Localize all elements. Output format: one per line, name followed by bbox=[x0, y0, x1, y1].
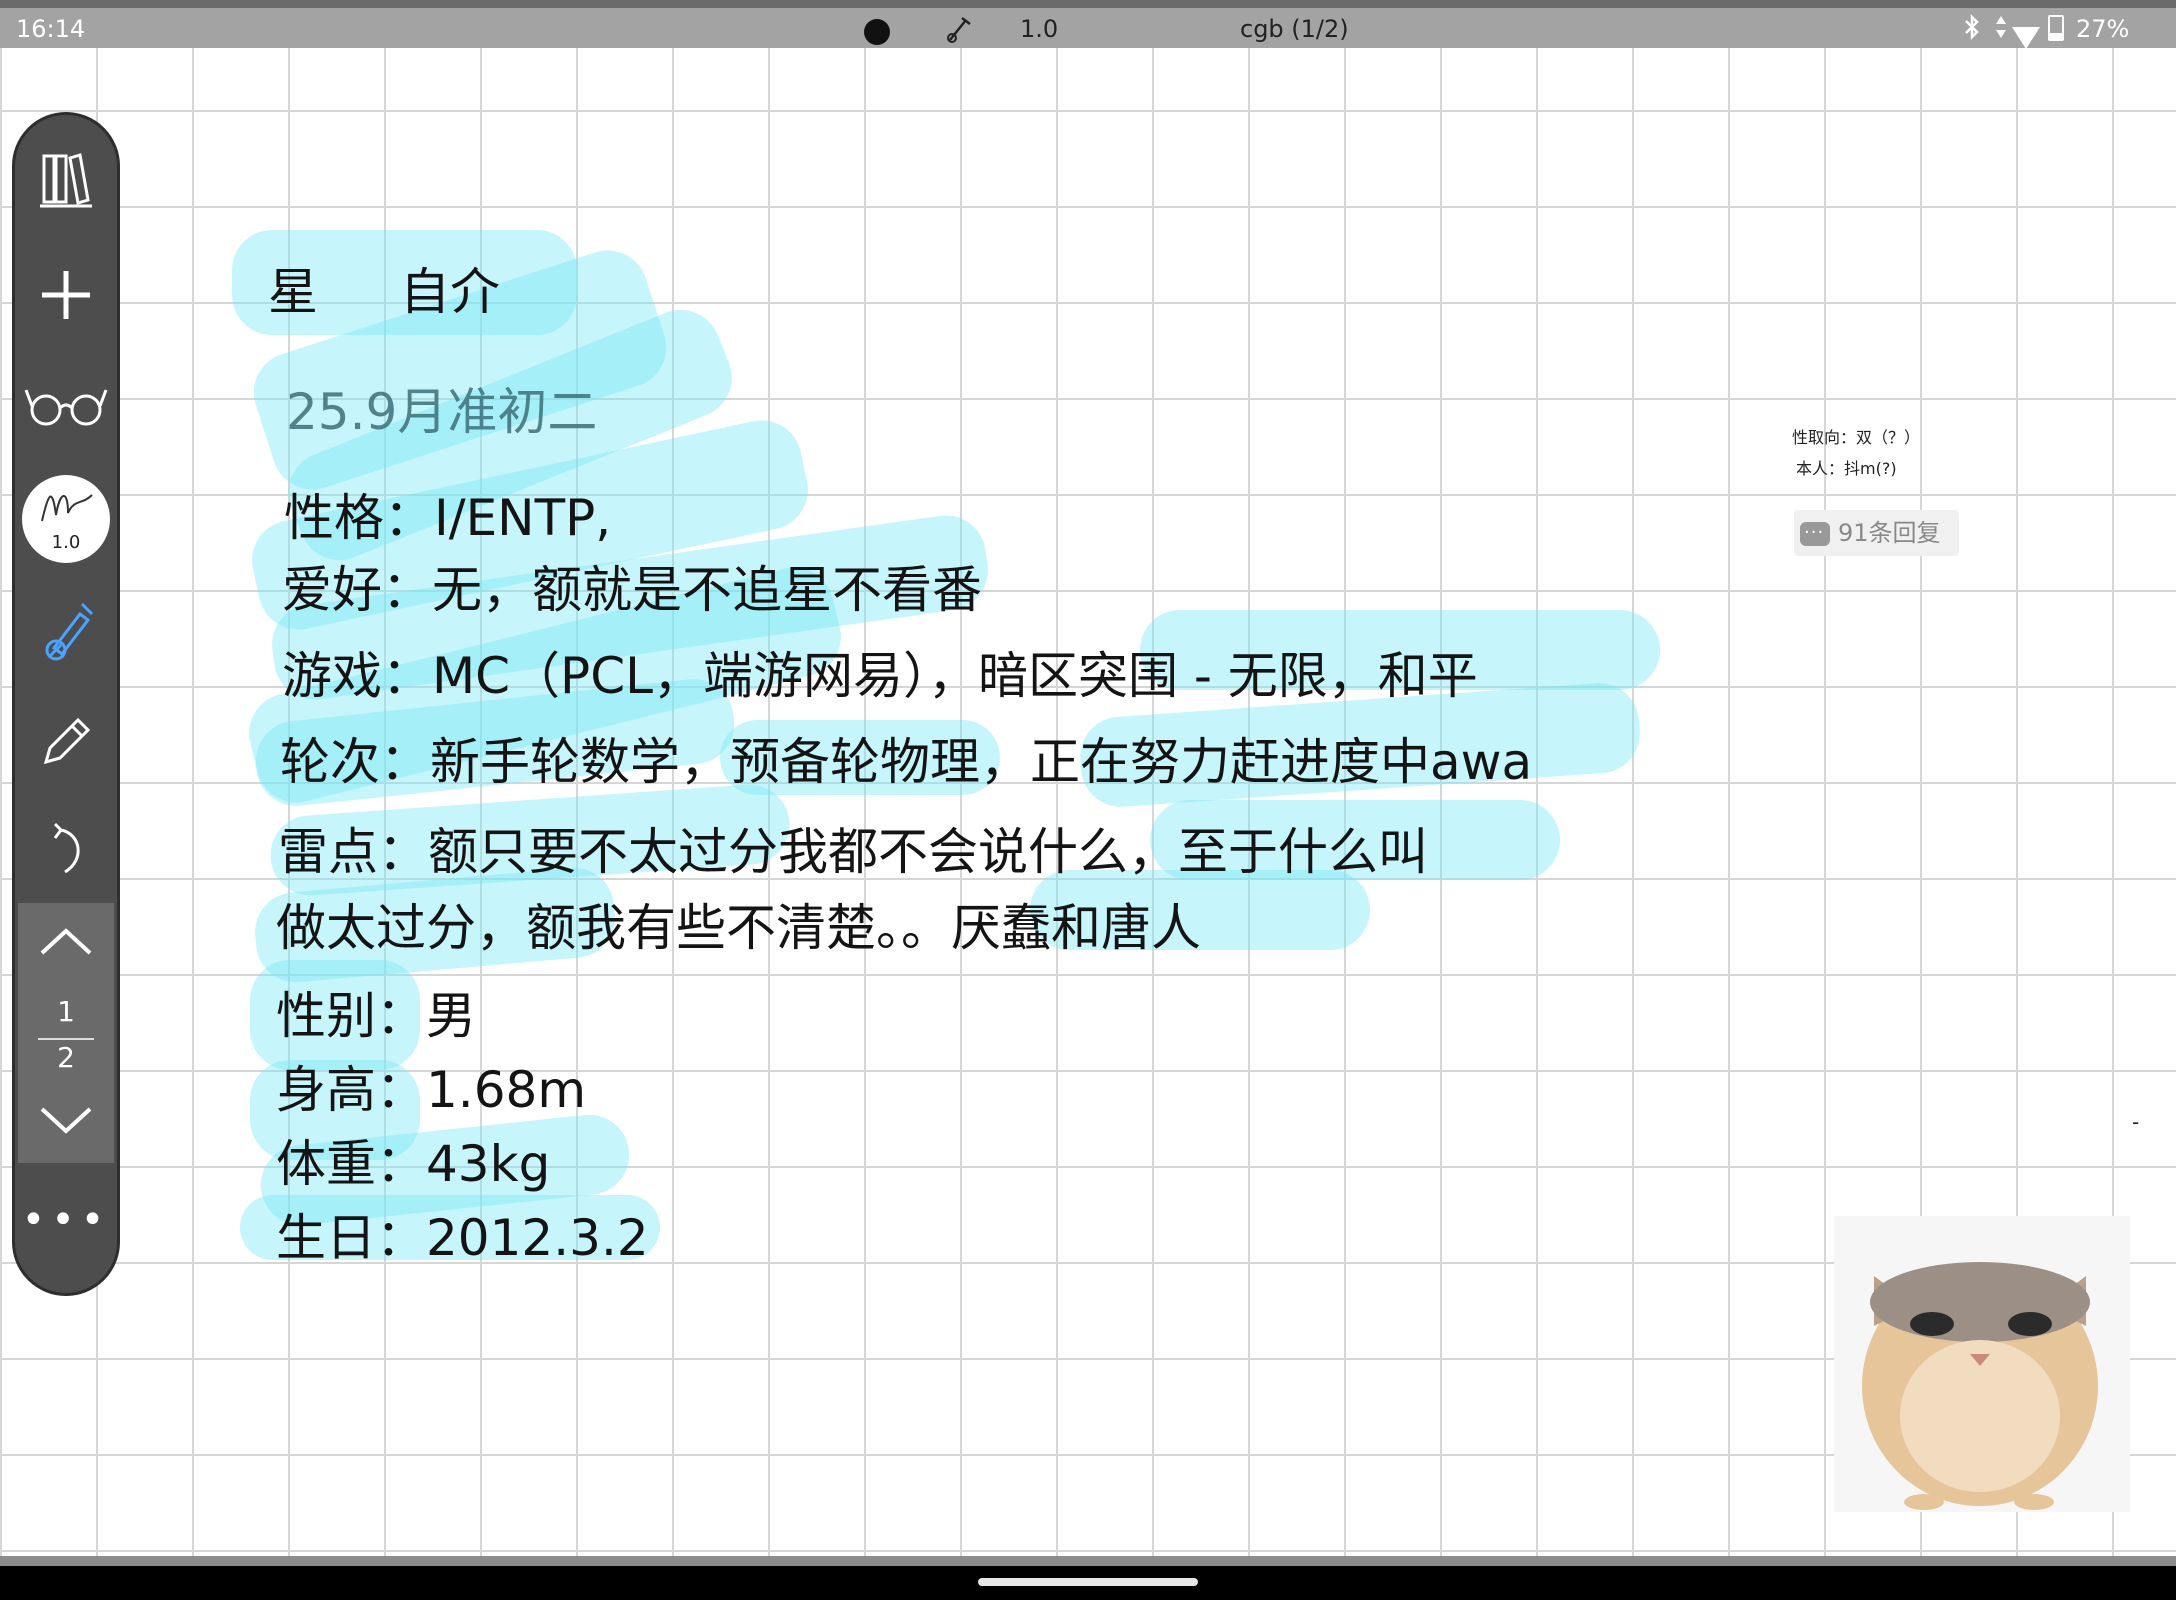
floating-toolbar: 1.0 1 2 ••• bbox=[12, 112, 120, 1296]
note-personality: 性格：I/ENTP, bbox=[284, 489, 612, 547]
bluetooth-icon bbox=[1962, 12, 1982, 51]
note-height: 身高：1.68m bbox=[276, 1061, 587, 1119]
add-icon[interactable] bbox=[15, 265, 117, 325]
cat-sticker-image bbox=[1834, 1216, 2130, 1512]
note-title: 自介 bbox=[400, 263, 500, 321]
page-current: 1 bbox=[57, 995, 75, 1028]
stray-mark: - bbox=[2132, 1110, 2140, 1134]
brush-icon bbox=[944, 14, 974, 53]
brush-size-label: 1.0 bbox=[51, 532, 81, 553]
side-orientation: 性取向：双（？） bbox=[1792, 428, 1921, 447]
page-total: 2 bbox=[57, 1041, 75, 1074]
home-indicator[interactable] bbox=[978, 1578, 1198, 1586]
data-arrows-icon bbox=[1994, 12, 2008, 51]
eraser-pen-icon[interactable] bbox=[15, 597, 117, 667]
side-self: 本人：抖m(?) bbox=[1796, 459, 1897, 478]
note-weight: 体重：43kg bbox=[276, 1135, 551, 1193]
glasses-icon[interactable] bbox=[15, 375, 117, 435]
status-bar: 16:14 1.0 cgb (1/2) 27% bbox=[0, 0, 2176, 51]
document-title: cgb (1/2) bbox=[1240, 15, 1349, 43]
comment-icon bbox=[1800, 510, 1830, 556]
page-divider bbox=[38, 1038, 94, 1040]
library-icon[interactable] bbox=[15, 145, 117, 215]
battery-icon bbox=[2044, 12, 2068, 46]
replies-badge: 91条回复 bbox=[1794, 510, 1959, 556]
note-birthday: 生日：2012.3.2 bbox=[276, 1209, 649, 1267]
chevron-up-icon[interactable] bbox=[36, 921, 96, 965]
wifi-icon bbox=[2012, 20, 2046, 54]
note-dislikes-line1: 雷点：额只要不太过分我都不会说什么，至于什么叫 bbox=[278, 823, 1428, 881]
note-hobby: 爱好：无，额就是不追星不看番 bbox=[282, 561, 982, 619]
status-time: 16:14 bbox=[16, 15, 86, 43]
status-brush-size: 1.0 bbox=[1020, 15, 1059, 43]
system-nav-bar bbox=[0, 1556, 2176, 1600]
record-dot-icon bbox=[864, 19, 890, 45]
note-dislikes-line2: 做太过分，额我有些不清楚。。厌蠢和唐人 bbox=[276, 899, 1201, 957]
note-round: 轮次：新手轮数学，预备轮物理，正在努力赶进度中awa bbox=[280, 733, 1533, 791]
battery-percent: 27% bbox=[2076, 15, 2130, 43]
note-gender: 性别：男 bbox=[276, 987, 476, 1045]
page-navigator: 1 2 bbox=[18, 903, 114, 1163]
brush-icon[interactable]: 1.0 bbox=[15, 473, 117, 565]
note-games: 游戏：MC（PCL，端游网易），暗区突围 - 无限，和平 bbox=[282, 647, 1478, 705]
replies-count: 91条回复 bbox=[1838, 519, 1941, 547]
chevron-down-icon[interactable] bbox=[36, 1101, 96, 1145]
note-subtitle: 25.9月准初二 bbox=[286, 383, 598, 441]
more-icon[interactable]: ••• bbox=[15, 1195, 117, 1245]
undo-icon[interactable] bbox=[15, 815, 117, 885]
note-title-star: 星 bbox=[268, 263, 318, 321]
pencil-icon[interactable] bbox=[15, 707, 117, 777]
